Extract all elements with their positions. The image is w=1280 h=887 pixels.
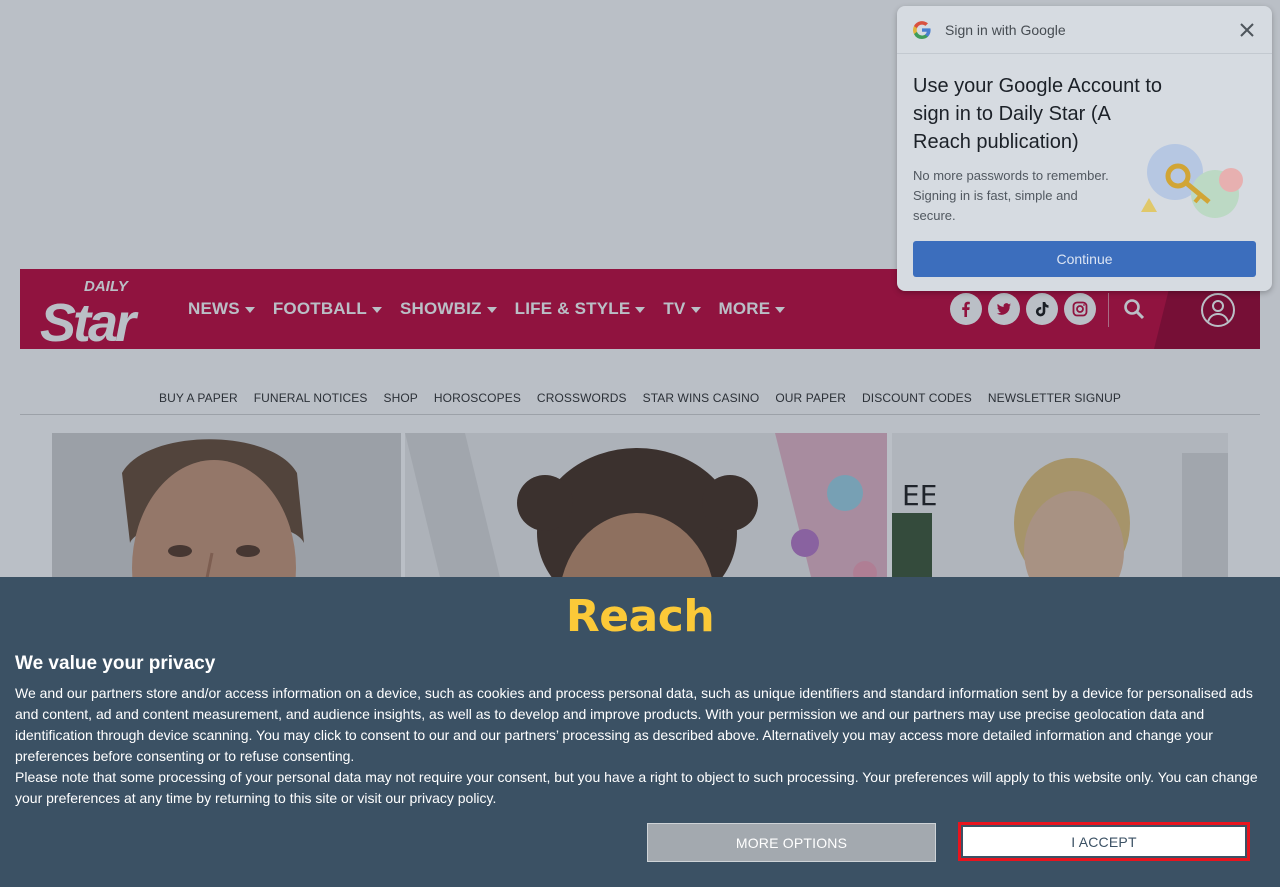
caret-down-icon — [775, 306, 786, 313]
caret-down-icon — [690, 306, 701, 313]
nav-tv[interactable]: TV — [663, 299, 701, 319]
secondary-nav: BUY A PAPER FUNERAL NOTICES SHOP HOROSCO… — [20, 385, 1260, 415]
caret-down-icon — [244, 306, 255, 313]
nav-label: FOOTBALL — [272, 299, 367, 318]
nav-life-style[interactable]: LIFE & STYLE — [515, 299, 646, 319]
facebook-icon[interactable] — [950, 293, 982, 325]
reach-logo: Reach — [565, 591, 715, 642]
nav-more[interactable]: MORE — [719, 299, 786, 319]
consent-title: We value your privacy — [15, 653, 216, 674]
instagram-icon[interactable] — [1064, 293, 1096, 325]
privacy-consent-banner: Reach We value your privacy We and our p… — [0, 577, 1280, 887]
subnav-shop[interactable]: SHOP — [383, 385, 417, 414]
subnav-buy-a-paper[interactable]: BUY A PAPER — [159, 385, 238, 414]
subnav-horoscopes[interactable]: HOROSCOPES — [434, 385, 521, 414]
nav-divider — [1108, 293, 1109, 327]
nav-label: MORE — [718, 299, 771, 318]
subnav-crosswords[interactable]: CROSSWORDS — [537, 385, 627, 414]
subnav-funeral-notices[interactable]: FUNERAL NOTICES — [254, 385, 368, 414]
close-icon[interactable] — [1237, 20, 1257, 40]
daily-star-logo[interactable]: DAILY Star — [38, 275, 152, 349]
key-illustration-icon — [1141, 144, 1243, 218]
google-signin-popup: Sign in with Google Use your Google Acco… — [897, 6, 1272, 291]
consent-body: We and our partners store and/or access … — [15, 683, 1265, 809]
user-icon[interactable] — [1201, 293, 1235, 327]
nav-showbiz[interactable]: SHOWBIZ — [400, 299, 497, 319]
logo-star-text: Star — [40, 293, 139, 343]
subnav-discount-codes[interactable]: DISCOUNT CODES — [862, 385, 972, 414]
subnav-our-paper[interactable]: OUR PAPER — [775, 385, 846, 414]
nav-news[interactable]: NEWS — [188, 299, 255, 319]
google-signin-description: No more passwords to remember. Signing i… — [913, 168, 1109, 223]
caret-down-icon — [486, 306, 497, 313]
caret-down-icon — [371, 306, 382, 313]
svg-text:EE: EE — [902, 479, 937, 512]
consent-paragraph-1: We and our partners store and/or access … — [15, 685, 1253, 764]
more-options-button[interactable]: MORE OPTIONS — [647, 823, 936, 862]
nav-label: LIFE & STYLE — [514, 299, 631, 318]
caret-down-icon — [635, 306, 646, 313]
continue-button[interactable]: Continue — [913, 241, 1256, 277]
nav-football[interactable]: FOOTBALL — [273, 299, 382, 319]
accept-button-label: I ACCEPT — [963, 827, 1245, 856]
nav-label: TV — [663, 299, 686, 318]
main-nav: NEWS FOOTBALL SHOWBIZ LIFE & STYLE TV MO… — [188, 269, 803, 349]
google-signin-header-text: Sign in with Google — [945, 22, 1066, 38]
google-signin-header: Sign in with Google — [897, 6, 1272, 54]
nav-label: SHOWBIZ — [399, 299, 482, 318]
tiktok-icon[interactable] — [1026, 293, 1058, 325]
subnav-newsletter-signup[interactable]: NEWSLETTER SIGNUP — [988, 385, 1121, 414]
google-g-icon — [913, 21, 931, 39]
nav-label: NEWS — [188, 299, 240, 318]
search-icon[interactable] — [1118, 293, 1150, 325]
accept-button[interactable]: I ACCEPT — [958, 822, 1250, 861]
twitter-icon[interactable] — [988, 293, 1020, 325]
subnav-star-wins-casino[interactable]: STAR WINS CASINO — [643, 385, 760, 414]
consent-paragraph-2: Please note that some processing of your… — [15, 769, 1258, 806]
